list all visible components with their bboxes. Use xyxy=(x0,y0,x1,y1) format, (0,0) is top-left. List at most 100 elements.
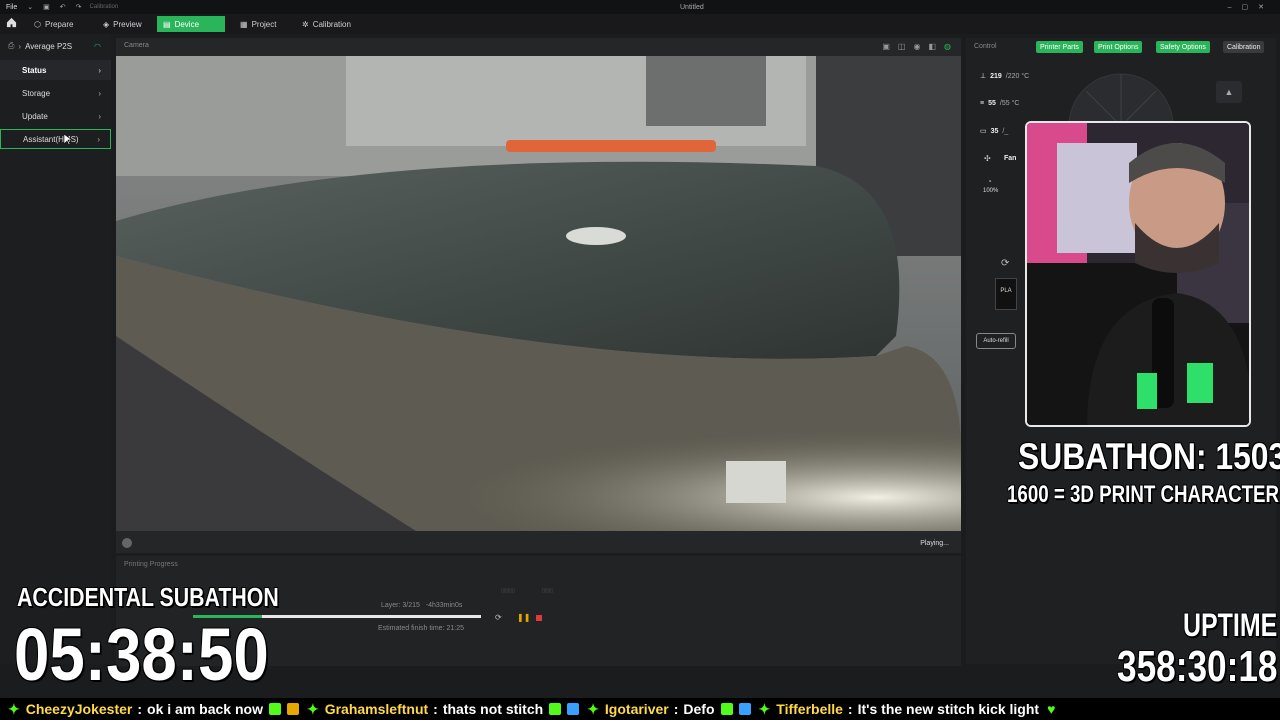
nozzle-temp-row[interactable]: ⊥ 219/220 °C xyxy=(980,72,1030,81)
sparkle-icon: ✦ xyxy=(306,700,319,717)
record-icon[interactable]: ◉ xyxy=(913,42,920,51)
chevron-right-icon: › xyxy=(18,41,22,51)
main-nav: ⬡ Prepare ◈ Preview ▤ Device ▦ Project ✲ Cali… xyxy=(0,14,1280,34)
tab-print-options[interactable]: Print Options xyxy=(1094,41,1143,53)
window-controls[interactable]: –▢✕ xyxy=(1228,3,1274,11)
filament-slot[interactable]: PLA xyxy=(995,278,1017,310)
sidebar-item-storage[interactable]: Storage › xyxy=(0,83,111,103)
device-sidebar: ⎙ › Average P2S ◠ Status › Storage › Updat… xyxy=(0,34,111,664)
accidental-subathon-title: ACCIDENTAL SUBATHON xyxy=(17,582,279,612)
mouse-cursor-icon xyxy=(64,134,72,145)
nozzle-icon: ⊥ xyxy=(980,73,987,80)
bed-temp: 55 xyxy=(988,100,996,107)
tab-control-calibration[interactable]: Calibration xyxy=(1223,41,1265,53)
chevron-right-icon: › xyxy=(97,134,100,144)
sidebar-item-status[interactable]: Status › xyxy=(0,60,111,80)
printer-icon: ⎙ xyxy=(8,41,15,50)
tab-safety-options[interactable]: Safety Options xyxy=(1156,41,1210,53)
tab-preview[interactable]: ◈ Preview xyxy=(97,16,148,32)
video-icon[interactable]: ◫ xyxy=(898,42,906,51)
refresh-icon[interactable]: ⟳ xyxy=(495,613,502,622)
bed-target: /55 °C xyxy=(999,100,1020,107)
camera-settings-icon[interactable] xyxy=(122,538,132,548)
badge-icon xyxy=(567,703,580,715)
auto-refill-button[interactable]: Auto-refill xyxy=(976,333,1016,349)
undo-icon[interactable]: ↶ xyxy=(60,3,66,11)
fan-label: Fan xyxy=(1004,155,1017,162)
layer-info: Layer: 3/215 -4h33min0s xyxy=(381,602,462,609)
device-name: Average P2S xyxy=(25,41,73,51)
camera-panel: Camera ▣ ◫ ◉ ◧ ◍ Playing... xyxy=(116,38,961,553)
time-remaining: -4h33min0s xyxy=(425,602,463,609)
camera-status: Playing... xyxy=(920,540,949,547)
timelapse-icon[interactable]: ◧ xyxy=(928,42,936,51)
bed-icon: ≡ xyxy=(980,100,985,107)
fan-speed-icon[interactable]: ◔ xyxy=(987,177,992,186)
title-bar: File ⌄ ▣ ↶ ↷ Calibration Untitled –▢✕ xyxy=(0,0,1280,14)
sparkle-icon: ✦ xyxy=(758,700,771,717)
chat-message: thats not stitch xyxy=(442,701,544,717)
control-label: Control xyxy=(974,43,997,50)
tab-calibration[interactable]: ✲ Calibration xyxy=(296,16,357,32)
wifi-icon: ◠ xyxy=(94,41,101,51)
sidebar-item-update[interactable]: Update › xyxy=(0,106,111,126)
accidental-subathon-timer: 05:38:50 xyxy=(14,613,269,696)
chevron-right-icon: › xyxy=(98,65,101,75)
pause-icon[interactable]: ❚❚ xyxy=(517,613,530,622)
preview-icon: ◈ xyxy=(103,19,110,29)
chamber-target: /_ xyxy=(1002,127,1009,135)
tab-label: Prepare xyxy=(44,19,74,29)
bed-temp-row[interactable]: ≡ 55/55 °C xyxy=(980,100,1019,107)
sidebar-item-assistant[interactable]: Assistant(HMS) › xyxy=(0,129,111,149)
chamber-temp-row[interactable]: ▭ 35/_ xyxy=(980,127,1009,136)
layer-count: Layer: 3/215 xyxy=(381,602,420,609)
badge-icon xyxy=(720,703,733,715)
redo-icon[interactable]: ↷ xyxy=(76,3,82,11)
chat-message: It's the new stitch kick light xyxy=(857,701,1040,717)
chat-ticker: ✦ CheezyJokester: ok i am back now ✦ Grah… xyxy=(0,698,1280,720)
tab-project[interactable]: ▦ Project xyxy=(234,16,282,32)
tab-prepare[interactable]: ⬡ Prepare xyxy=(28,16,79,32)
tab-label: Preview xyxy=(113,19,142,29)
camera-on-icon[interactable]: ◍ xyxy=(944,42,951,51)
subathon-count: SUBATHON: 1503 xyxy=(1018,436,1280,477)
home-icon[interactable] xyxy=(6,17,17,28)
chat-separator: : xyxy=(137,701,143,717)
file-menu[interactable]: File xyxy=(6,4,17,11)
chamber-icon: ▭ xyxy=(980,128,987,135)
save-icon[interactable]: ▣ xyxy=(43,3,50,11)
tab-device[interactable]: ▤ Device xyxy=(157,16,225,32)
chevron-down-icon[interactable]: ⌄ xyxy=(27,3,33,11)
sparkle-icon: ✦ xyxy=(8,700,20,717)
prepare-icon: ⬡ xyxy=(34,19,41,29)
tab-label: Project xyxy=(251,19,277,29)
window-title: Untitled xyxy=(680,3,704,11)
badge-icon xyxy=(738,703,751,715)
sidebar-item-label: Storage xyxy=(22,88,51,98)
badge-icon xyxy=(549,703,562,715)
chat-message: Defo xyxy=(683,701,715,717)
chevron-right-icon: › xyxy=(98,88,101,98)
project-icon: ▦ xyxy=(240,19,248,29)
filament-type: PLA xyxy=(1000,288,1012,294)
subathon-goal: 1600 = 3D PRINT CHARACTER xyxy=(1007,481,1280,508)
nozzle-target: /220 °C xyxy=(1005,72,1030,80)
tab-label: Device xyxy=(174,19,200,29)
device-selector[interactable]: ⎙ › Average P2S ◠ xyxy=(0,39,111,53)
chat-separator: : xyxy=(673,701,679,717)
refresh-icon[interactable]: ⟳ xyxy=(1001,258,1009,269)
badge-icon xyxy=(268,703,281,715)
sidebar-item-label: Status xyxy=(22,65,47,75)
heart-icon: ♥ xyxy=(1047,701,1056,717)
calibration-icon: ✲ xyxy=(302,19,309,29)
faint-text: ▯▯▯▯ xyxy=(542,588,554,594)
chat-username: Grahamsleftnut xyxy=(324,701,429,717)
stop-icon[interactable] xyxy=(536,615,542,621)
estimated-finish: Estimated finish time: 21:25 xyxy=(378,625,464,632)
z-up-button[interactable]: ▲ xyxy=(1216,81,1242,103)
storage-icon[interactable]: ▣ xyxy=(882,42,890,51)
webcam-overlay xyxy=(1025,121,1251,427)
camera-toolbar: ▣ ◫ ◉ ◧ ◍ xyxy=(882,42,951,51)
calibration-hint: Calibration xyxy=(89,4,119,10)
tab-printer-parts[interactable]: Printer Parts xyxy=(1036,41,1083,53)
